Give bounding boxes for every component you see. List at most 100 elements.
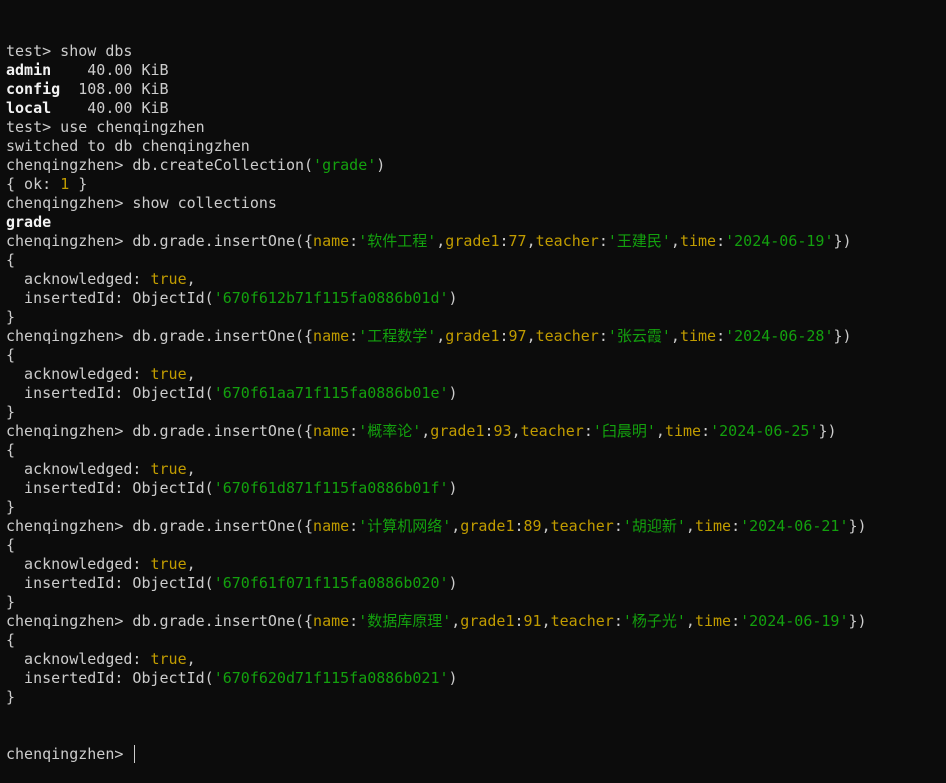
terminal-window[interactable]: test> show dbs admin 40.00 KiB config 108.…	[0, 0, 946, 763]
output-segment: '2024-06-19'	[725, 232, 834, 250]
output-segment: time	[694, 517, 732, 535]
output-segment: {	[6, 536, 16, 554]
output-segment: time	[694, 612, 732, 630]
output-segment: ,	[655, 422, 665, 440]
output-segment: '670f612b71f115fa0886b01d'	[213, 289, 449, 307]
output-segment: :	[349, 232, 359, 250]
output-segment: :	[484, 422, 494, 440]
output-segment: {	[6, 251, 16, 269]
output-segment: true	[150, 555, 187, 573]
output-line: acknowledged: true,	[6, 555, 946, 574]
output-line: admin 40.00 KiB	[6, 61, 946, 80]
output-segment: 40.00 KiB	[51, 99, 169, 117]
output-line: }	[6, 688, 946, 707]
output-segment: })	[818, 422, 837, 440]
output-segment: ,	[670, 327, 680, 345]
output-segment: :	[514, 517, 524, 535]
output-line: test> use chenqingzhen	[6, 118, 946, 137]
output-segment: '计算机网络'	[358, 517, 452, 535]
output-segment: 1	[60, 175, 70, 193]
output-line: insertedId: ObjectId('670f61f071f115fa08…	[6, 574, 946, 593]
output-segment: '概率论'	[358, 422, 422, 440]
output-segment: teacher	[550, 612, 614, 630]
output-segment: :	[716, 232, 726, 250]
output-segment: :	[349, 612, 359, 630]
output-segment: :	[514, 612, 524, 630]
output-segment: 40.00 KiB	[51, 61, 169, 79]
output-segment: config	[6, 80, 61, 98]
output-segment: 97	[508, 327, 527, 345]
output-segment: acknowledged:	[6, 555, 151, 573]
output-segment: }	[6, 403, 16, 421]
output-segment: acknowledged:	[6, 460, 151, 478]
terminal-output: test> show dbs admin 40.00 KiB config 108.…	[6, 42, 946, 707]
output-segment: insertedId: ObjectId(	[6, 289, 214, 307]
output-segment: admin	[6, 61, 52, 79]
output-line: insertedId: ObjectId('670f61d871f115fa08…	[6, 479, 946, 498]
prompt-line[interactable]: chenqingzhen>	[6, 745, 946, 764]
output-line: {	[6, 536, 946, 555]
output-segment: teacher	[535, 327, 599, 345]
output-segment: acknowledged:	[6, 270, 151, 288]
output-segment: '2024-06-21'	[740, 517, 849, 535]
output-segment: time	[664, 422, 702, 440]
output-segment: :	[349, 327, 359, 345]
output-segment: ,	[451, 517, 461, 535]
output-segment: test> use chenqingzhen	[6, 118, 205, 136]
output-segment: '2024-06-28'	[725, 327, 834, 345]
output-segment: ,	[436, 327, 446, 345]
output-segment: ,	[511, 422, 521, 440]
output-segment: grade1	[460, 612, 515, 630]
output-segment: :	[598, 232, 608, 250]
output-segment: acknowledged:	[6, 650, 151, 668]
output-line: chenqingzhen> db.grade.insertOne({name:'…	[6, 232, 946, 251]
output-segment: insertedId: ObjectId(	[6, 384, 214, 402]
output-line: insertedId: ObjectId('670f612b71f115fa08…	[6, 289, 946, 308]
output-segment: '2024-06-25'	[710, 422, 819, 440]
output-segment: chenqingzhen> db.grade.insertOne({	[6, 422, 314, 440]
output-segment: ,	[186, 460, 196, 478]
output-segment: true	[150, 460, 187, 478]
output-segment: {	[6, 346, 16, 364]
output-segment: name	[313, 422, 350, 440]
output-segment: acknowledged:	[6, 365, 151, 383]
output-segment: )	[448, 289, 458, 307]
output-segment: true	[150, 650, 187, 668]
output-segment: {	[6, 631, 16, 649]
output-segment: }	[6, 593, 16, 611]
output-segment: test> show dbs	[6, 42, 133, 60]
output-segment: )	[448, 479, 458, 497]
output-segment: grade1	[430, 422, 485, 440]
output-segment: :	[499, 327, 509, 345]
output-segment: })	[848, 612, 867, 630]
output-segment: chenqingzhen> db.grade.insertOne({	[6, 612, 314, 630]
output-line: acknowledged: true,	[6, 460, 946, 479]
output-segment: :	[349, 422, 359, 440]
output-line: { ok: 1 }	[6, 175, 946, 194]
output-line: acknowledged: true,	[6, 650, 946, 669]
output-line: }	[6, 403, 946, 422]
output-segment: )	[448, 384, 458, 402]
output-segment: {	[6, 441, 16, 459]
output-line: test> show dbs	[6, 42, 946, 61]
output-segment: teacher	[550, 517, 614, 535]
output-line: chenqingzhen> db.createCollection('grade…	[6, 156, 946, 175]
output-segment: ,	[186, 365, 196, 383]
output-segment: name	[313, 517, 350, 535]
output-segment: '670f61f071f115fa0886b020'	[213, 574, 449, 592]
text-cursor	[134, 745, 136, 763]
output-segment: '670f620d71f115fa0886b021'	[213, 669, 449, 687]
output-segment: ,	[541, 517, 551, 535]
output-line: acknowledged: true,	[6, 365, 946, 384]
prompt-label: chenqingzhen>	[6, 745, 133, 763]
output-segment: :	[349, 517, 359, 535]
output-segment: ,	[436, 232, 446, 250]
output-segment: chenqingzhen> db.grade.insertOne({	[6, 517, 314, 535]
output-segment: teacher	[520, 422, 584, 440]
output-segment: insertedId: ObjectId(	[6, 479, 214, 497]
output-line: {	[6, 346, 946, 365]
output-segment: grade1	[445, 232, 500, 250]
output-segment: '臼晨明'	[592, 422, 656, 440]
output-segment: 77	[508, 232, 527, 250]
output-segment: 91	[523, 612, 542, 630]
